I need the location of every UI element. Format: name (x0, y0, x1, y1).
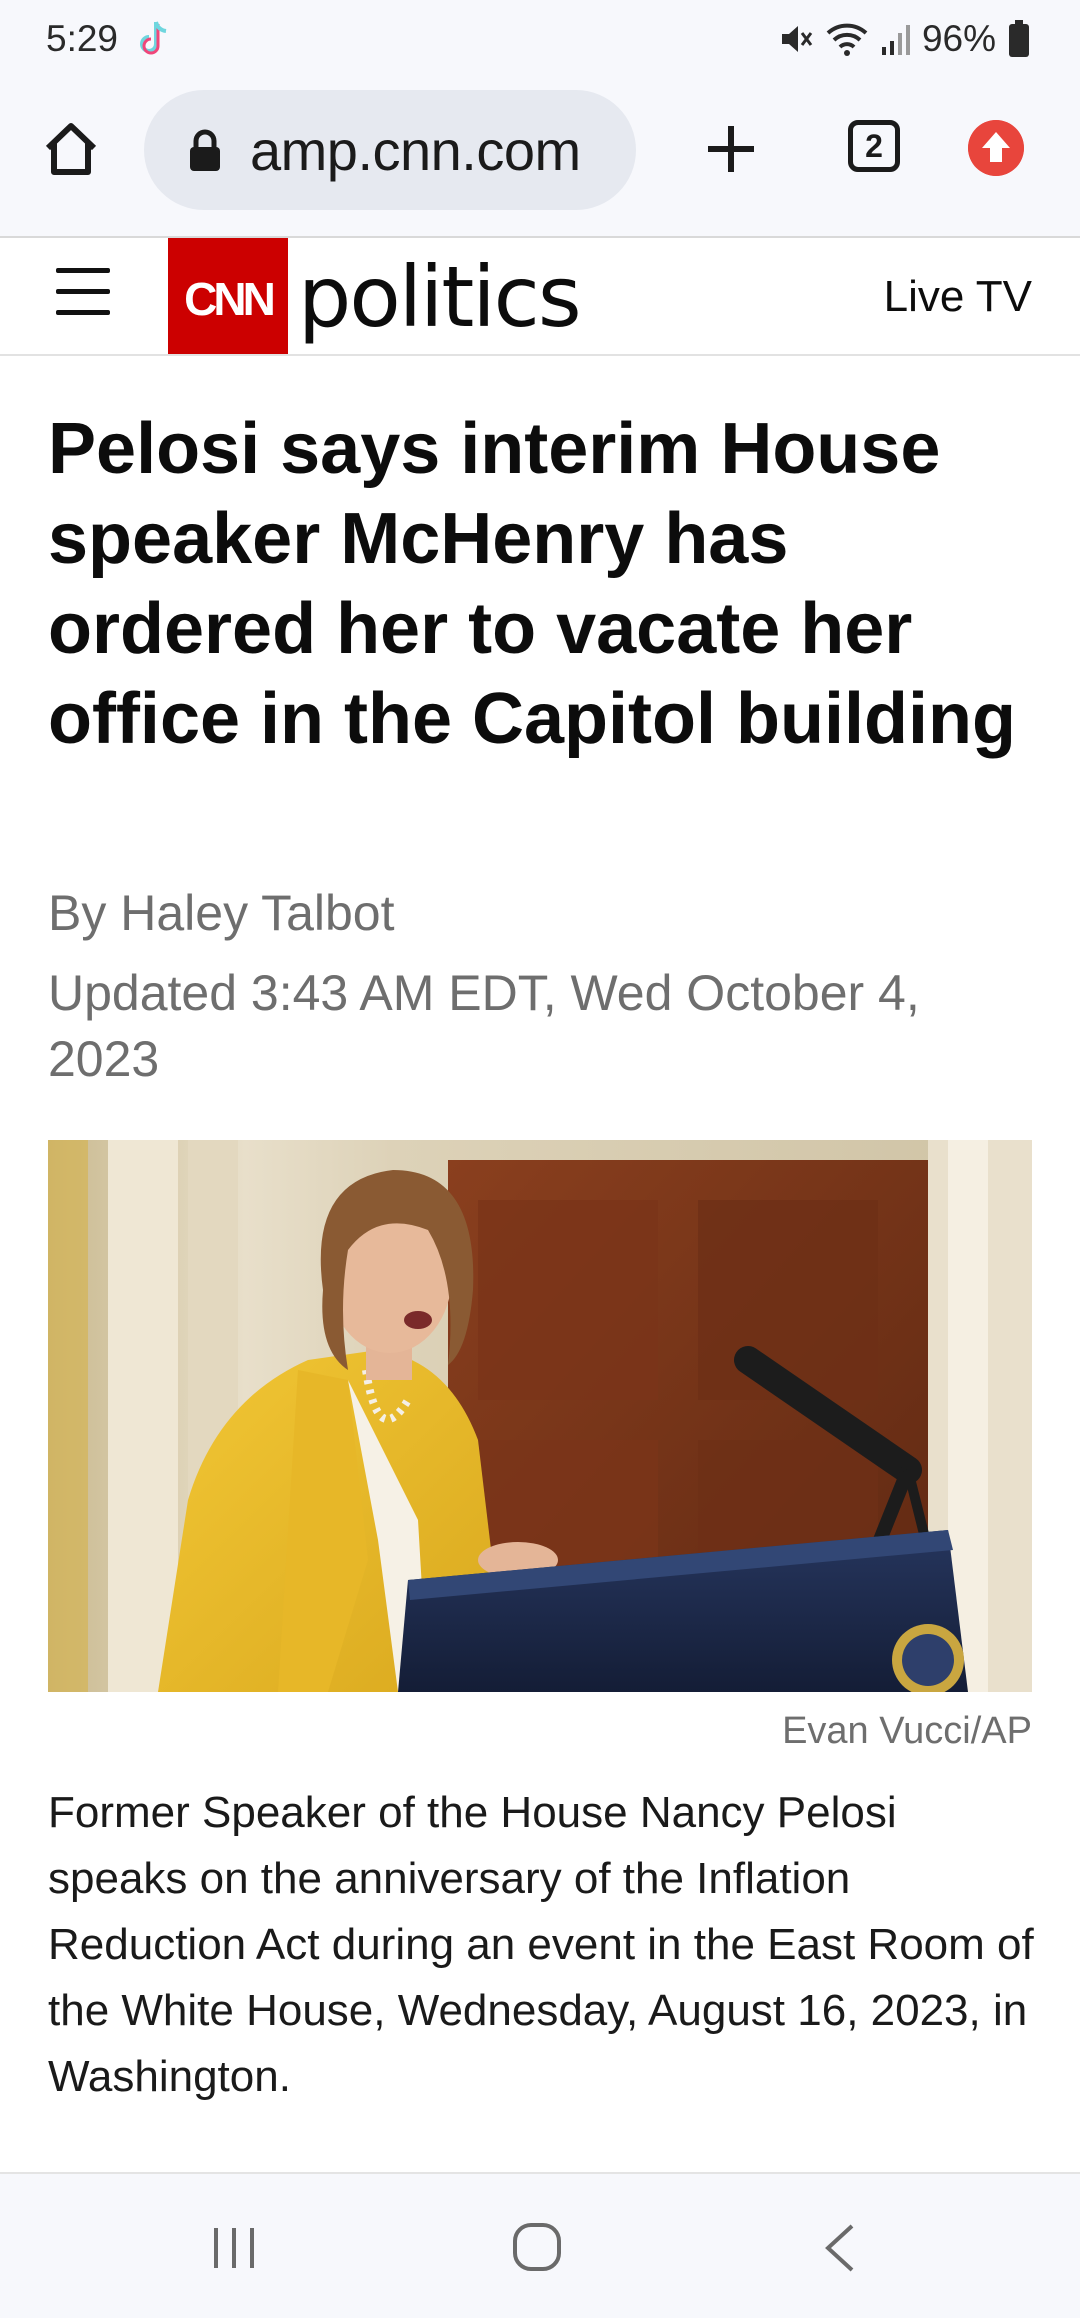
home-circle-icon[interactable] (512, 2222, 562, 2272)
byline-prefix: By (48, 885, 121, 941)
recents-icon[interactable] (210, 2226, 260, 2270)
battery-icon (1009, 20, 1029, 57)
update-icon[interactable] (968, 120, 1024, 176)
system-nav-bar (0, 2172, 1080, 2318)
photo-credit: Evan Vucci/AP (782, 1710, 1032, 1752)
photo-caption: Former Speaker of the House Nancy Pelosi… (48, 1788, 1034, 2101)
updated-timestamp: Updated 3:43 AM EDT, Wed October 4, 2023 (48, 965, 920, 1087)
status-bar: 5:29 96% (0, 0, 1080, 80)
tiktok-icon (140, 21, 167, 55)
battery-percent: 96% (921, 18, 996, 59)
article-photo (48, 1140, 1032, 1692)
tabs-button[interactable]: 2 (848, 120, 900, 172)
byline: By Haley Talbot (48, 884, 395, 942)
back-icon[interactable] (822, 2222, 858, 2274)
lock-icon[interactable] (188, 128, 222, 172)
home-icon[interactable] (40, 118, 102, 180)
hamburger-menu-icon[interactable] (56, 268, 110, 318)
status-time: 5:29 (46, 18, 119, 59)
live-tv-link[interactable]: Live TV (884, 272, 1032, 322)
article-headline: Pelosi says interim House speaker McHenr… (48, 409, 1016, 759)
cnn-logo-text: CNN (184, 273, 276, 325)
section-title[interactable]: politics (298, 248, 582, 346)
plus-icon[interactable] (700, 118, 762, 180)
mute-icon (781, 26, 813, 52)
site-header: CNN politics Live TV (0, 238, 1080, 356)
address-bar[interactable]: amp.cnn.com (144, 90, 636, 210)
author-link[interactable]: Haley Talbot (120, 885, 394, 941)
browser-toolbar: amp.cnn.com 2 (0, 80, 1080, 238)
speaker-at-podium-image (48, 1140, 1032, 1692)
signal-icon (881, 25, 910, 55)
url-text[interactable]: amp.cnn.com (250, 118, 581, 183)
cnn-logo[interactable]: CNN (168, 238, 288, 354)
wifi-icon (826, 23, 868, 56)
